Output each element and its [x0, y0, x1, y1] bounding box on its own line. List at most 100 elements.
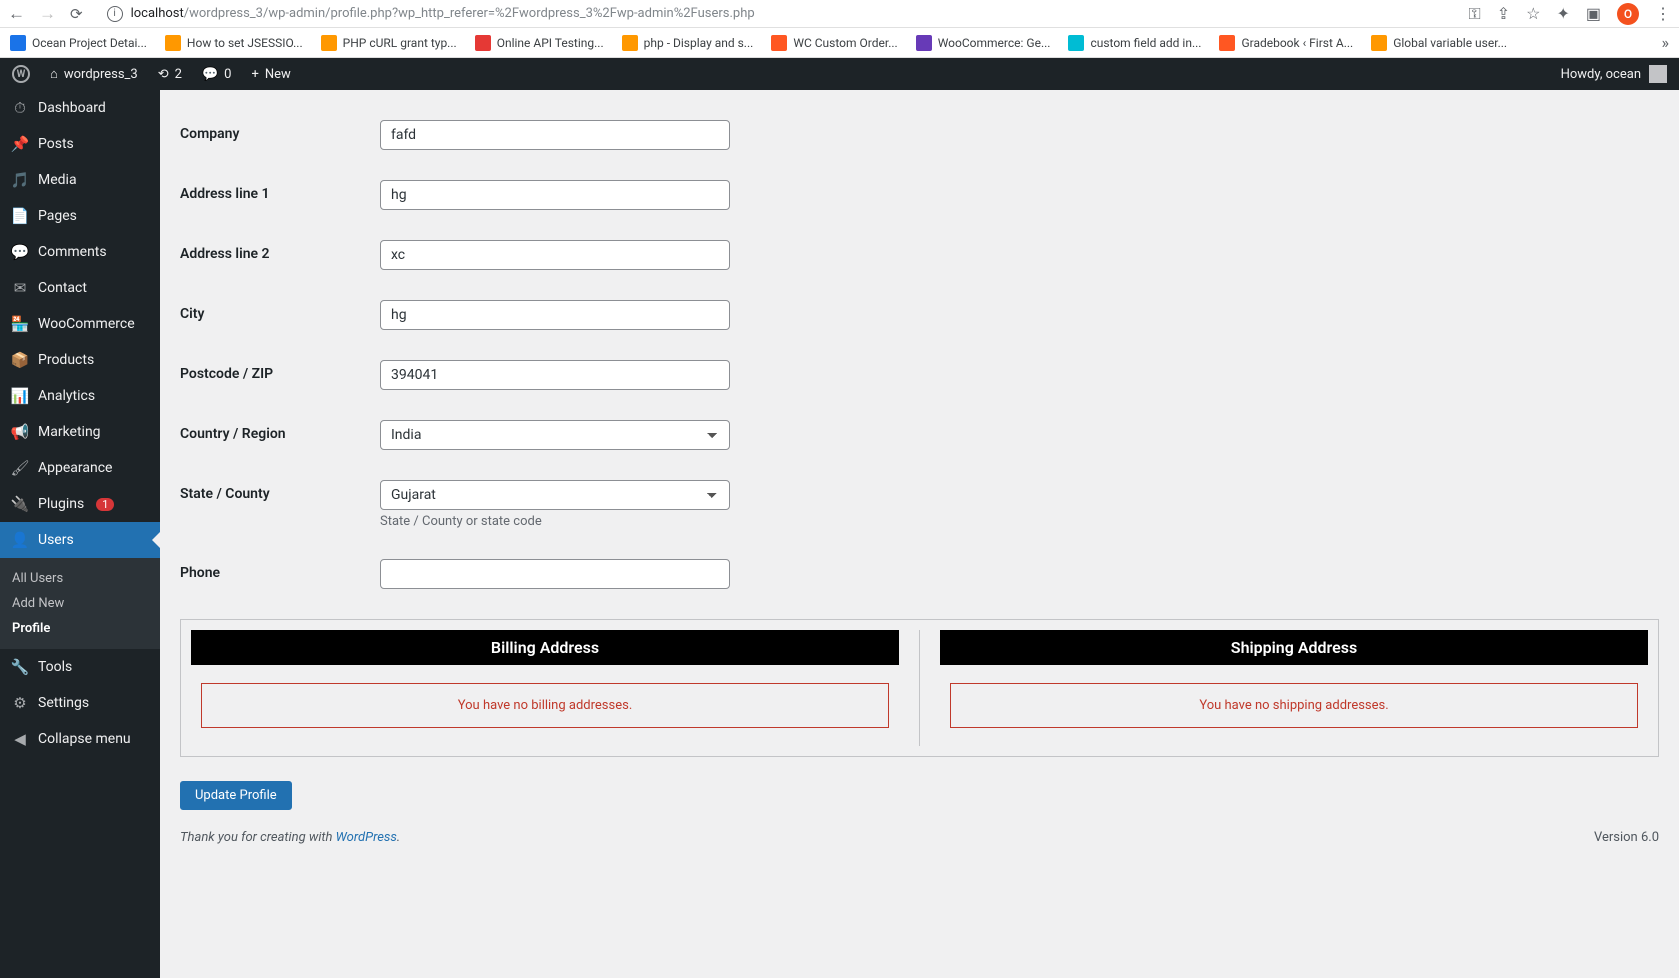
- bookmark-item[interactable]: WooCommerce: Ge...: [916, 35, 1051, 51]
- bookmark-label: Ocean Project Detai...: [32, 36, 147, 50]
- phone-input[interactable]: [380, 559, 730, 589]
- new-link[interactable]: +New: [251, 67, 290, 82]
- bookmark-item[interactable]: Online API Testing...: [475, 35, 604, 51]
- city-input[interactable]: [380, 300, 730, 330]
- extensions-icon[interactable]: ✦: [1556, 4, 1569, 23]
- user-avatar-icon: [1649, 65, 1667, 83]
- submenu-item-profile[interactable]: Profile: [0, 616, 160, 641]
- address-bar[interactable]: i localhost/wordpress_3/wp-admin/profile…: [97, 3, 1455, 25]
- site-info-icon[interactable]: i: [107, 6, 123, 22]
- refresh-icon: ⟲: [158, 67, 169, 82]
- browser-toolbar: ← → ⟳ i localhost/wordpress_3/wp-admin/p…: [0, 0, 1679, 28]
- bookmark-favicon: [1068, 35, 1084, 51]
- wp-logo[interactable]: W: [12, 65, 30, 83]
- shipping-address-box: Shipping Address You have no shipping ad…: [940, 630, 1648, 746]
- bookmark-item[interactable]: Gradebook ‹ First A...: [1219, 35, 1353, 51]
- submenu-item-add-new[interactable]: Add New: [0, 591, 160, 616]
- bookmark-favicon: [1371, 35, 1387, 51]
- sidebar-item-label: Settings: [38, 695, 89, 711]
- posts-icon: 📌: [10, 134, 30, 154]
- update-profile-button[interactable]: Update Profile: [180, 781, 292, 810]
- updates-link[interactable]: ⟲2: [158, 67, 182, 82]
- sidebar-item-pages[interactable]: 📄Pages: [0, 198, 160, 234]
- products-icon: 📦: [10, 350, 30, 370]
- country-label: Country / Region: [180, 420, 380, 442]
- address2-label: Address line 2: [180, 240, 380, 262]
- update-badge: 1: [96, 498, 114, 511]
- panel-icon[interactable]: ▣: [1586, 4, 1601, 23]
- sidebar-item-analytics[interactable]: 📊Analytics: [0, 378, 160, 414]
- sidebar-item-appearance[interactable]: 🖌Appearance: [0, 450, 160, 486]
- main-content: Company Address line 1 Address line 2 Ci…: [160, 90, 1679, 978]
- bookmarks-overflow-icon[interactable]: »: [1662, 33, 1670, 52]
- sidebar-item-plugins[interactable]: 🔌Plugins1: [0, 486, 160, 522]
- nav-back-icon[interactable]: ←: [8, 4, 25, 24]
- bookmark-item[interactable]: PHP cURL grant typ...: [321, 35, 457, 51]
- sidebar-item-posts[interactable]: 📌Posts: [0, 126, 160, 162]
- url-text: localhost/wordpress_3/wp-admin/profile.p…: [131, 6, 755, 21]
- bookmark-item[interactable]: How to set JSESSIO...: [165, 35, 303, 51]
- city-label: City: [180, 300, 380, 322]
- bookmark-item[interactable]: php - Display and s...: [622, 35, 754, 51]
- analytics-icon: 📊: [10, 386, 30, 406]
- plus-icon: +: [251, 67, 258, 82]
- postcode-input[interactable]: [380, 360, 730, 390]
- howdy-account[interactable]: Howdy, ocean: [1561, 65, 1667, 83]
- media-icon: 🎵: [10, 170, 30, 190]
- bookmark-favicon: [475, 35, 491, 51]
- appearance-icon: 🖌: [10, 458, 30, 478]
- key-icon[interactable]: ⚿: [1469, 4, 1481, 24]
- bookmark-item[interactable]: Global variable user...: [1371, 35, 1507, 51]
- state-select[interactable]: Gujarat: [380, 480, 730, 510]
- address1-label: Address line 1: [180, 180, 380, 202]
- sidebar-item-label: Products: [38, 352, 94, 368]
- sidebar-item-label: Tools: [38, 659, 72, 675]
- sidebar-item-woocommerce[interactable]: 🏪WooCommerce: [0, 306, 160, 342]
- submenu-item-all-users[interactable]: All Users: [0, 566, 160, 591]
- sidebar-item-label: Dashboard: [38, 100, 106, 116]
- star-icon[interactable]: ☆: [1526, 4, 1540, 23]
- company-input[interactable]: [380, 120, 730, 150]
- bookmark-favicon: [321, 35, 337, 51]
- address1-input[interactable]: [380, 180, 730, 210]
- users-icon: 👤: [10, 530, 30, 550]
- sidebar-item-tools[interactable]: 🔧Tools: [0, 649, 160, 685]
- sidebar-item-comments[interactable]: 💬Comments: [0, 234, 160, 270]
- sidebar-item-collapse-menu[interactable]: ◀ Collapse menu: [0, 721, 160, 757]
- bookmark-item[interactable]: WC Custom Order...: [771, 35, 897, 51]
- billing-address-box: Billing Address You have no billing addr…: [191, 630, 920, 746]
- bookmark-label: PHP cURL grant typ...: [343, 36, 457, 50]
- comment-icon: 💬: [202, 67, 218, 82]
- bookmark-item[interactable]: Ocean Project Detai...: [10, 35, 147, 51]
- state-label: State / County: [180, 480, 380, 502]
- sidebar-item-marketing[interactable]: 📢Marketing: [0, 414, 160, 450]
- comments-link[interactable]: 💬0: [202, 67, 232, 82]
- sidebar-item-products[interactable]: 📦 Products: [0, 342, 160, 378]
- profile-avatar[interactable]: O: [1617, 3, 1639, 25]
- sidebar-item-dashboard[interactable]: ⏱Dashboard: [0, 90, 160, 126]
- chrome-menu-icon[interactable]: ⋮: [1655, 4, 1671, 23]
- share-icon[interactable]: ⇪: [1497, 4, 1510, 23]
- wordpress-link[interactable]: WordPress: [336, 830, 397, 845]
- sidebar-item-settings[interactable]: ⚙Settings: [0, 685, 160, 721]
- address2-input[interactable]: [380, 240, 730, 270]
- sidebar-item-label: Collapse menu: [38, 731, 131, 747]
- bookmark-label: Online API Testing...: [497, 36, 604, 50]
- home-icon: ⌂: [50, 66, 58, 82]
- reload-icon[interactable]: ⟳: [70, 5, 83, 23]
- sidebar-item-media[interactable]: 🎵Media: [0, 162, 160, 198]
- company-label: Company: [180, 120, 380, 142]
- shipping-empty-message: You have no shipping addresses.: [950, 683, 1638, 728]
- bookmark-favicon: [10, 35, 26, 51]
- bookmark-favicon: [916, 35, 932, 51]
- site-link[interactable]: ⌂wordpress_3: [50, 66, 138, 82]
- sidebar-item-users[interactable]: 👤Users: [0, 522, 160, 558]
- bookmark-label: Gradebook ‹ First A...: [1241, 36, 1353, 50]
- bookmark-favicon: [165, 35, 181, 51]
- collapse-icon: ◀: [10, 729, 30, 749]
- nav-forward-icon[interactable]: →: [39, 4, 56, 24]
- sidebar-item-contact[interactable]: ✉Contact: [0, 270, 160, 306]
- bookmark-item[interactable]: custom field add in...: [1068, 35, 1201, 51]
- country-select[interactable]: India: [380, 420, 730, 450]
- billing-header: Billing Address: [191, 630, 899, 665]
